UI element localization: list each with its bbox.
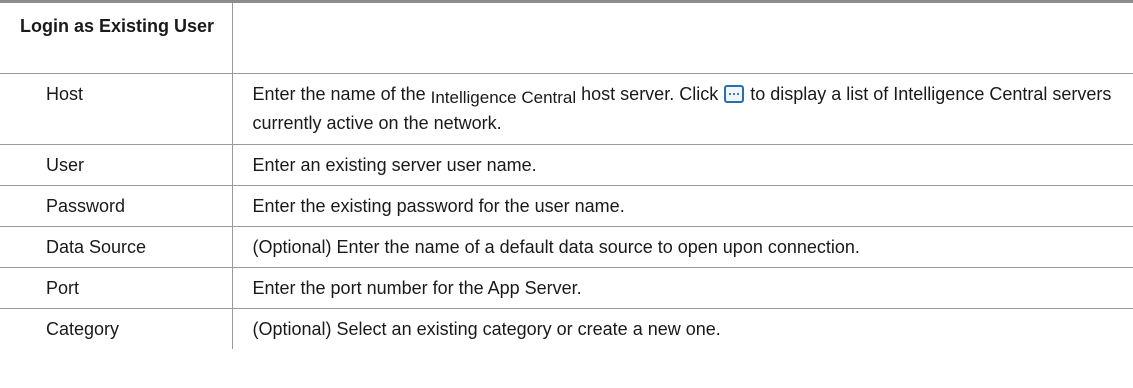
table-row-password: Password Enter the existing password for… (0, 185, 1133, 227)
table-row-user: User Enter an existing server user name. (0, 144, 1133, 186)
row-label-category: Category (0, 308, 233, 349)
row-label-port: Port (0, 267, 233, 309)
row-desc-host: Enter the name of the Intelligence Centr… (231, 73, 1133, 145)
row-desc-user: Enter an existing server user name. (231, 144, 1133, 186)
section-title: Login as Existing User (0, 0, 233, 74)
row-label-host: Host (0, 73, 233, 145)
row-label-user: User (0, 144, 233, 186)
table-row-category: Category (Optional) Select an existing c… (0, 308, 1133, 349)
row-desc-password: Enter the existing password for the user… (231, 185, 1133, 227)
table-row-port: Port Enter the port number for the App S… (0, 267, 1133, 309)
login-existing-user-table: Login as Existing User Host Enter the na… (0, 0, 1133, 349)
row-label-data-source: Data Source (0, 226, 233, 268)
host-desc-part2: host server. Click (576, 84, 724, 104)
browse-ellipsis-icon (724, 85, 745, 103)
table-header-row: Login as Existing User (0, 0, 1133, 74)
table-row-host: Host Enter the name of the Intelligence … (0, 73, 1133, 145)
row-desc-data-source: (Optional) Enter the name of a default d… (231, 226, 1133, 268)
table-row-data-source: Data Source (Optional) Enter the name of… (0, 226, 1133, 268)
row-label-password: Password (0, 185, 233, 227)
header-empty-cell (231, 0, 1133, 74)
host-desc-part1: Enter the name of the (252, 84, 431, 104)
row-desc-port: Enter the port number for the App Server… (231, 267, 1133, 309)
product-name-inline: Intelligence Central (430, 88, 577, 107)
row-desc-category: (Optional) Select an existing category o… (231, 308, 1133, 349)
